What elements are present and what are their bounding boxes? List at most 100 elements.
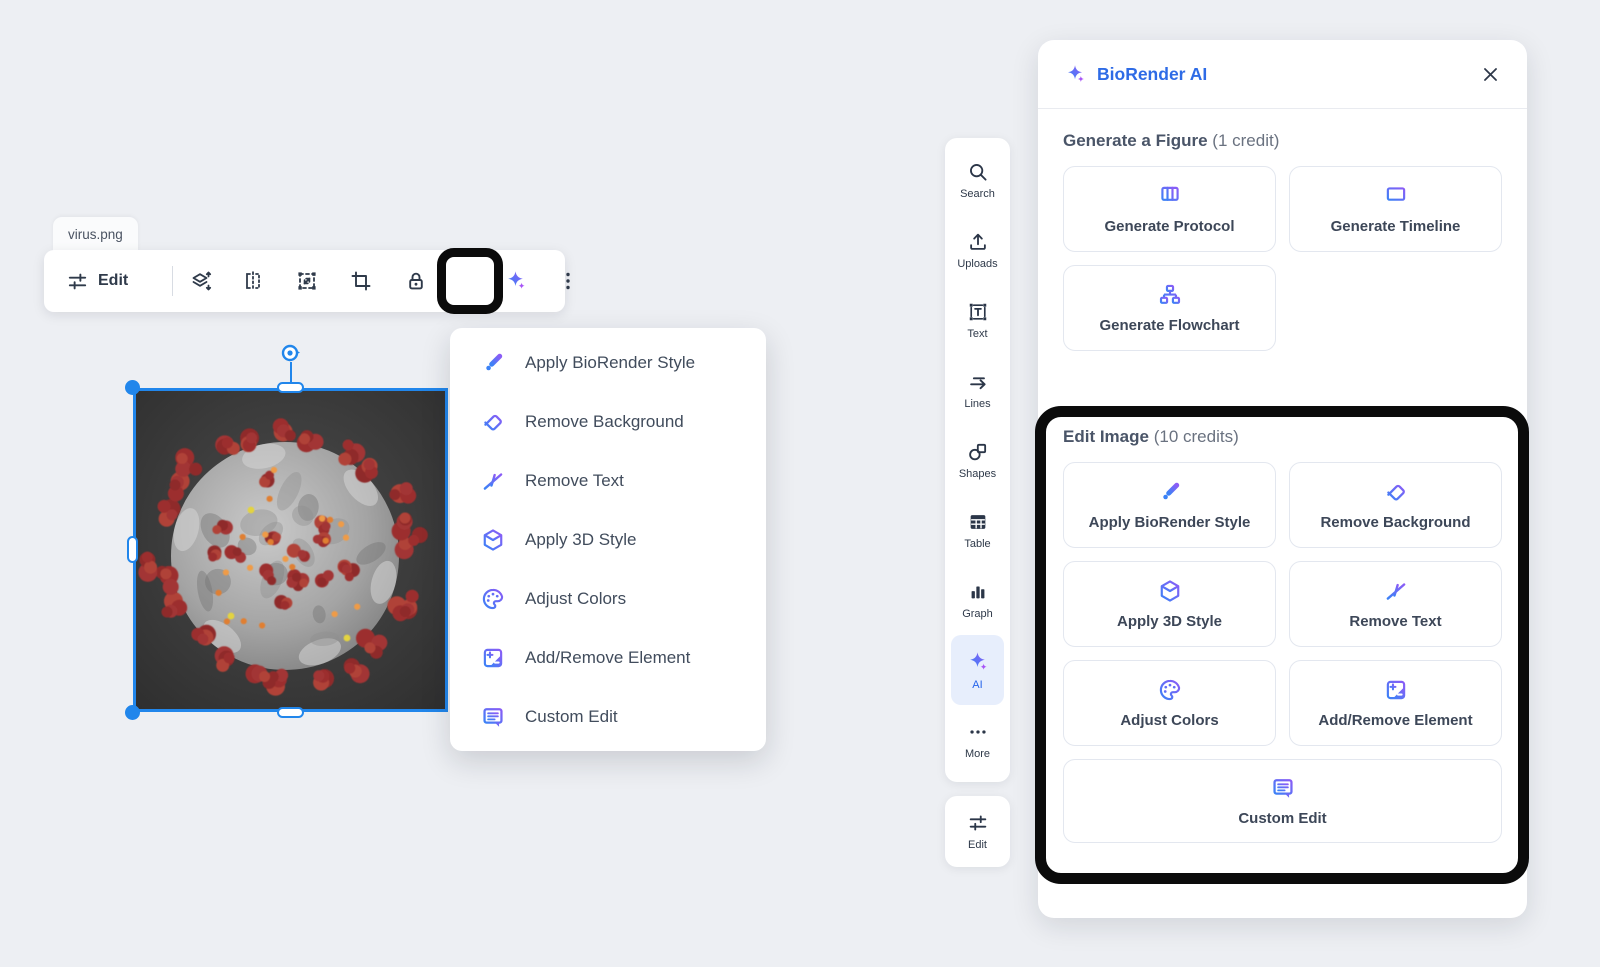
panel-title: BioRender AI: [1097, 63, 1208, 84]
add-remove-element-button[interactable]: Add/Remove Element: [1289, 660, 1502, 746]
edit-sidebar-card: Edit: [945, 796, 1010, 867]
edit-image-section-title-text: Edit Image: [1063, 427, 1149, 446]
flip-horizontal-button[interactable]: [241, 269, 265, 293]
resize-handle-top-center[interactable]: [276, 382, 304, 393]
generate-section-credits: (1 credit): [1212, 131, 1280, 150]
sidebar-item-label: AI: [972, 678, 983, 691]
panel-header: BioRender AI: [1038, 40, 1527, 109]
adjust-sliders-icon: [969, 815, 986, 831]
adjust-colors-button[interactable]: Adjust Colors: [1063, 660, 1276, 746]
menu-item-label: Remove Text: [525, 470, 624, 490]
search-icon: [969, 163, 987, 181]
remove-text-icon: [483, 472, 503, 490]
sidebar-item-label: Lines: [964, 397, 991, 410]
lock-button[interactable]: [404, 269, 428, 293]
edit-image-section-title: Edit Image (10 credits): [1063, 427, 1502, 447]
sidebar-item-search[interactable]: Search: [945, 145, 1010, 215]
ai-button-annotation-ring: [437, 248, 503, 314]
sidebar-item-ai[interactable]: AI: [951, 635, 1004, 705]
generate-protocol-button[interactable]: Generate Protocol: [1063, 166, 1276, 252]
generate-timeline-button[interactable]: Generate Timeline: [1289, 166, 1502, 252]
sidebar-item-edit[interactable]: Edit: [967, 812, 989, 851]
card-label: Remove Background: [1320, 514, 1471, 531]
remove-text-button[interactable]: Remove Text: [1289, 561, 1502, 647]
sidebar-item-more[interactable]: More: [945, 705, 1010, 775]
menu-item-remove-text[interactable]: Remove Text: [450, 451, 766, 510]
apply-biorender-style-button[interactable]: Apply BioRender Style: [1063, 462, 1276, 548]
rotation-stem: [289, 362, 292, 384]
graph-icon: [971, 586, 984, 598]
layers-order-button[interactable]: [189, 269, 213, 293]
edit-button[interactable]: Edit: [66, 250, 128, 312]
resize-handle-top-left[interactable]: [125, 380, 140, 395]
ai-sparkles-icon: [508, 271, 525, 289]
upload-icon: [969, 233, 986, 250]
sidebar-item-label: More: [964, 747, 991, 760]
selected-image-coronavirus[interactable]: [125, 344, 448, 720]
coronavirus-image: [133, 388, 448, 712]
card-label: Custom Edit: [1238, 810, 1327, 827]
sidebar-item-graph[interactable]: Graph: [945, 565, 1010, 635]
more-options-icon: [566, 272, 570, 290]
edit-image-buttons-grid: Apply BioRender Style Remove Background: [1063, 462, 1502, 843]
sidebar-item-label: Search: [960, 187, 995, 200]
ai-sparkles-icon: [1068, 64, 1084, 82]
eraser-icon: [484, 414, 502, 431]
menu-item-label: Apply BioRender Style: [525, 352, 696, 372]
remove-background-button[interactable]: Remove Background: [1289, 462, 1502, 548]
sidebar-item-label: Table: [964, 537, 991, 550]
layers-order-icon: [192, 271, 212, 291]
resize-handle-left-center[interactable]: [127, 536, 138, 563]
menu-item-label: Custom Edit: [525, 706, 618, 726]
remove-text-icon: [1386, 583, 1405, 600]
resize-handle-bottom-left[interactable]: [125, 705, 140, 720]
close-icon: [1483, 67, 1497, 81]
custom-edit-button[interactable]: Custom Edit: [1063, 759, 1502, 843]
rotate-icon: [281, 344, 300, 362]
add-remove-image-icon: [483, 648, 503, 667]
sidebar-item-table[interactable]: Table: [945, 495, 1010, 565]
card-label: Remove Text: [1349, 613, 1442, 630]
ai-actions-button[interactable]: [504, 269, 528, 293]
eraser-icon: [1386, 484, 1405, 502]
sidebar-item-uploads[interactable]: Uploads: [945, 215, 1010, 285]
ai-sparkles-icon: [969, 651, 987, 670]
more-dots-icon: [969, 729, 986, 734]
menu-item-label: Adjust Colors: [525, 588, 627, 608]
sidebar-item-lines[interactable]: Lines: [945, 355, 1010, 425]
transform-button[interactable]: [295, 269, 319, 293]
edit-image-section-credits: (10 credits): [1153, 427, 1239, 446]
paintbrush-icon: [486, 353, 503, 370]
close-panel-button[interactable]: [1479, 63, 1501, 85]
lines-arrow-icon: [969, 376, 986, 389]
biorender-ai-panel: BioRender AI Generate a Figure (1 credit…: [1038, 40, 1527, 918]
menu-item-apply-3d-style[interactable]: Apply 3D Style: [450, 510, 766, 569]
menu-item-custom-edit[interactable]: Custom Edit: [450, 687, 766, 746]
menu-item-remove-background[interactable]: Remove Background: [450, 392, 766, 451]
adjust-sliders-icon: [68, 273, 87, 289]
add-remove-image-icon: [1386, 680, 1405, 700]
palette-icon: [1159, 679, 1180, 701]
shapes-icon: [968, 443, 986, 460]
menu-item-adjust-colors[interactable]: Adjust Colors: [450, 569, 766, 628]
sidebar-item-label: Text: [967, 327, 988, 340]
protocol-columns-icon: [1160, 186, 1179, 205]
generate-flowchart-button[interactable]: Generate Flowchart: [1063, 265, 1276, 351]
menu-item-add-remove-element[interactable]: Add/Remove Element: [450, 628, 766, 687]
palette-icon: [482, 588, 504, 609]
sidebar-item-text[interactable]: Text: [945, 285, 1010, 355]
comment-edit-icon: [483, 707, 503, 727]
resize-handle-bottom-center[interactable]: [276, 707, 304, 718]
more-options-button[interactable]: [556, 269, 580, 293]
generate-section-title-text: Generate a Figure: [1063, 131, 1208, 150]
rotate-handle[interactable]: [279, 341, 303, 365]
toolbar-divider: [172, 266, 173, 296]
crop-button[interactable]: [349, 269, 373, 293]
apply-3d-style-button[interactable]: Apply 3D Style: [1063, 561, 1276, 647]
sidebar-item-label: Shapes: [958, 467, 997, 480]
menu-item-label: Add/Remove Element: [525, 647, 691, 667]
edit-button-label: Edit: [98, 272, 129, 289]
sidebar-item-shapes[interactable]: Shapes: [945, 425, 1010, 495]
paintbrush-icon: [1162, 482, 1179, 500]
menu-item-apply-biorender-style[interactable]: Apply BioRender Style: [450, 333, 766, 392]
